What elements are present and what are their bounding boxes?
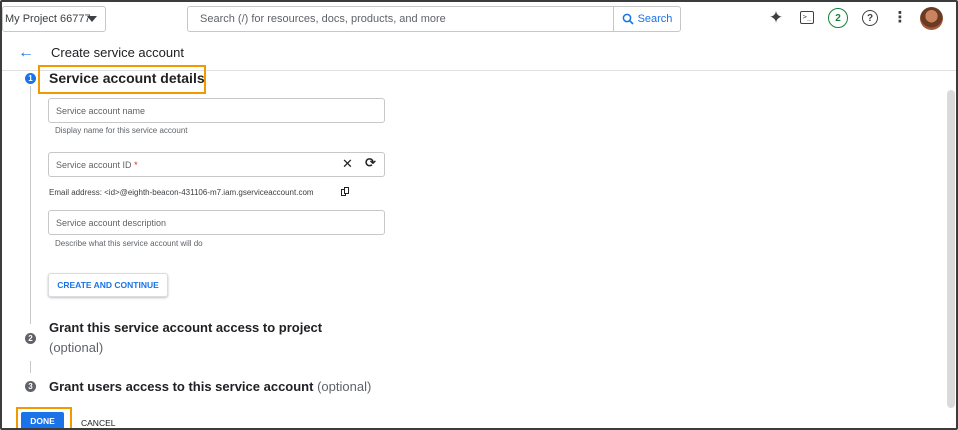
service-account-id-field[interactable]: Service account ID * — [48, 152, 385, 177]
project-selector[interactable]: My Project 66777 — [2, 6, 106, 32]
top-bar: My Project 66777 Search (/) for resource… — [2, 2, 956, 36]
step-2-title[interactable]: Grant this service account access to pro… — [49, 320, 322, 335]
notifications-badge[interactable]: 2 — [828, 8, 848, 28]
search-input[interactable]: Search (/) for resources, docs, products… — [200, 13, 446, 25]
clear-icon[interactable]: ✕ — [342, 157, 353, 170]
step-3-number: 3 — [25, 381, 36, 392]
dropdown-caret-icon — [87, 16, 97, 22]
email-address-text: Email address: <id>@eighth-beacon-431106… — [49, 188, 314, 197]
service-account-description-field[interactable]: Service account description — [48, 210, 385, 235]
search-icon — [622, 13, 634, 25]
app-window: My Project 66777 Search (/) for resource… — [0, 0, 958, 430]
service-account-id-placeholder: Service account ID * — [56, 160, 138, 170]
gemini-sparkle-icon[interactable]: ✦ — [768, 9, 784, 26]
step-2-number: 2 — [25, 333, 36, 344]
more-vert-icon[interactable]: ⋮ — [893, 10, 908, 26]
service-account-description-placeholder: Service account description — [56, 218, 167, 228]
cloud-shell-terminal-icon[interactable]: >_ — [800, 11, 814, 24]
cancel-button[interactable]: CANCEL — [81, 418, 115, 428]
step-1-title: Service account details — [49, 70, 205, 86]
step-connector — [30, 86, 31, 324]
search-bar[interactable]: Search (/) for resources, docs, products… — [187, 6, 681, 32]
required-marker: * — [134, 160, 138, 170]
description-hint: Describe what this service account will … — [55, 239, 203, 248]
step-3-optional: (optional) — [317, 379, 372, 394]
copy-icon[interactable] — [341, 187, 349, 196]
step-3-title-text: Grant users access to this service accou… — [49, 379, 314, 394]
step-3-title[interactable]: Grant users access to this service accou… — [49, 379, 371, 394]
refresh-icon[interactable]: ⟳ — [365, 156, 376, 169]
avatar[interactable] — [920, 7, 943, 30]
service-account-name-field[interactable]: Service account name — [48, 98, 385, 123]
step-connector — [30, 361, 31, 373]
help-icon[interactable]: ? — [862, 10, 878, 26]
search-button[interactable]: Search — [613, 7, 680, 31]
search-button-label: Search — [637, 13, 673, 25]
service-account-id-label: Service account ID — [56, 160, 132, 170]
project-name: My Project 66777 — [5, 13, 91, 25]
done-button[interactable]: DONE — [21, 412, 64, 428]
page-title: Create service account — [51, 45, 184, 60]
back-arrow-icon[interactable]: ← — [18, 45, 34, 61]
step-1-number: 1 — [25, 73, 36, 84]
name-hint: Display name for this service account — [55, 126, 188, 135]
step-2-optional: (optional) — [49, 340, 104, 355]
create-and-continue-button[interactable]: CREATE AND CONTINUE — [48, 273, 168, 297]
service-account-name-placeholder: Service account name — [56, 106, 146, 116]
scrollbar[interactable] — [947, 90, 955, 408]
